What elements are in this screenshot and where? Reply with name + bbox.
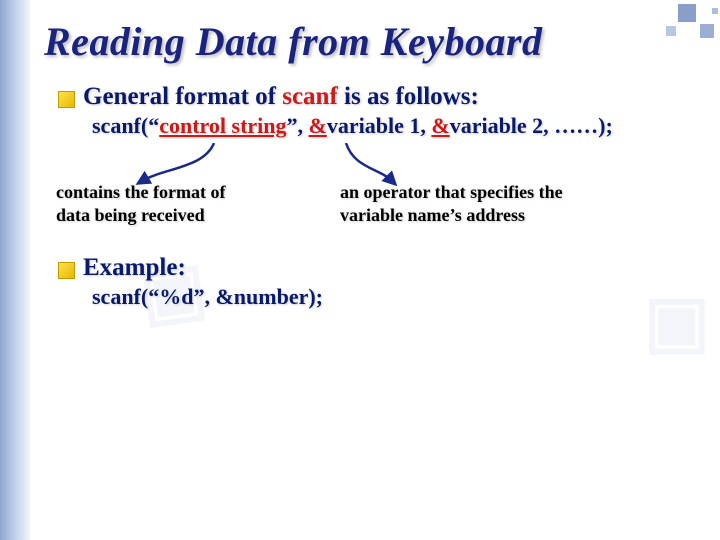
bullet-icon [58,91,75,108]
text: scanf(“ [92,113,159,138]
callout-ampersand: an operator that specifies the variable … [340,181,640,226]
text: number); [234,284,323,309]
text: contains the format of [56,181,286,204]
ampersand-2: & [431,113,449,138]
bullet-2-text: Example: [83,254,186,282]
text: scanf(“%d”, [92,284,215,309]
callouts-area: contains the format of data being receiv… [44,143,700,248]
bullet-2: Example: [58,254,700,282]
text: variable 2, ……); [450,113,613,138]
text: is as follows: [338,83,479,110]
text: data being received [56,204,286,227]
slide-body: Reading Data from Keyboard General forma… [0,0,720,540]
text: variable 1, [327,113,432,138]
slide-title: Reading Data from Keyboard [44,18,700,65]
text: General format of [83,83,282,110]
bullet-1-text: General format of scanf is as follows: [83,83,479,111]
text: ”, [287,113,309,138]
bullet-1: General format of scanf is as follows: [58,83,700,111]
ampersand: & [215,284,233,309]
text: an operator that specifies the [340,181,640,204]
bullet-icon [58,262,75,279]
control-string: control string [159,113,286,138]
callout-control-string: contains the format of data being receiv… [56,181,286,226]
ampersand-1: & [309,113,327,138]
fn-name: scanf [282,83,338,110]
text: variable name’s address [340,204,640,227]
scanf-example: scanf(“%d”, &number); [92,284,700,310]
scanf-general-form: scanf(“control string”, &variable 1, &va… [92,113,700,139]
